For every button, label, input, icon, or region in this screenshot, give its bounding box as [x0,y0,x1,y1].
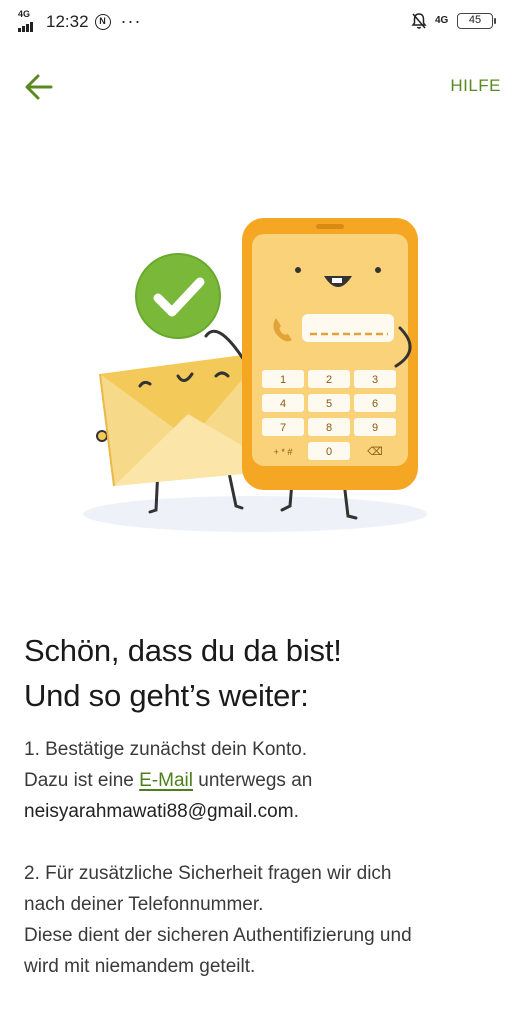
welcome-illustration: 1 2 3 4 5 6 7 8 9 + * # 0 ⌫ [83,218,427,532]
step-2-line-1: 2. Für zusätzliche Sicherheit fragen wir… [24,863,392,884]
headline-line-2: Und so geht’s weiter: [24,678,309,713]
step-1: 1. Bestätige zunächst dein Konto. Dazu i… [24,734,494,827]
more-notifications-icon: ··· [120,11,142,31]
arrow-left-icon [25,74,53,100]
svg-text:+ * #: + * # [274,447,293,457]
clock: 12:32 [46,11,89,31]
step-2-line-3: Diese dient der sicheren Authentifizieru… [24,925,412,946]
email-link[interactable]: E-Mail [139,770,193,791]
check-icon [135,253,221,339]
signal-icon: 4G [18,8,40,32]
svg-text:8: 8 [326,422,332,434]
battery-icon: 45 [457,13,496,29]
svg-text:1: 1 [280,374,286,386]
svg-text:9: 9 [372,422,378,434]
help-button[interactable]: HILFE [450,74,501,98]
step-1-line-1: 1. Bestätige zunächst dein Konto. [24,739,308,760]
svg-text:⌫: ⌫ [367,446,383,458]
svg-text:7: 7 [280,422,286,434]
svg-text:2: 2 [326,374,332,386]
svg-text:6: 6 [372,398,378,410]
notification-badge-icon: N [94,13,111,30]
status-right: 4G 45 [411,12,496,30]
network-type-right: 4G [435,15,449,26]
welcome-headline: Schön, dass du da bist! Und so geht’s we… [24,628,494,718]
status-bar: 4G 12:32 N ··· 4G 45 [0,0,513,44]
headline-line-1: Schön, dass du da bist! [24,633,342,668]
ground-shadow [83,496,427,532]
step-1-line-2: Dazu ist eine E-Mail unterwegs an [24,770,313,791]
instructions: 1. Bestätige zunächst dein Konto. Dazu i… [24,734,494,1013]
svg-text:3: 3 [372,374,378,386]
status-left: 4G 12:32 N ··· [18,8,142,32]
svg-text:5: 5 [326,398,332,410]
step-2-line-4: wird mit niemandem geteilt. [24,956,256,977]
svg-text:0: 0 [326,446,332,458]
user-email: neisyarahmawati88@gmail.com [24,801,294,822]
bell-off-icon [411,13,427,29]
step-2: 2. Für zusätzliche Sicherheit fragen wir… [24,858,494,982]
svg-text:4: 4 [280,398,286,410]
back-button[interactable] [22,70,56,104]
step-2-line-2: nach deiner Telefonnummer. [24,894,264,915]
network-type-label: 4G [18,8,31,19]
phone-icon: 1 2 3 4 5 6 7 8 9 + * # 0 ⌫ [242,218,418,490]
step-1-line-3: neisyarahmawati88@gmail.com. [24,801,299,822]
